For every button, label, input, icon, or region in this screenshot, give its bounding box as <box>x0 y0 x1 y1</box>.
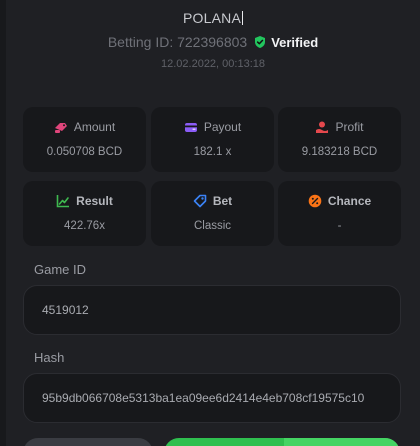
profit-label: Profit <box>335 120 364 134</box>
payout-value: 182.1 x <box>193 146 232 158</box>
player-name-text: POLANA <box>183 10 241 26</box>
hash-field[interactable]: 95b9db066708e5313ba1ea09ee6d2414e4eb708c… <box>23 373 401 423</box>
bet-label: Bet <box>212 194 233 208</box>
verified-badge: Verified <box>253 35 318 50</box>
bet-date: 12.02.2022, 00:13:18 <box>161 58 265 70</box>
payout-head: Payout <box>151 120 274 134</box>
chance-head: Chance <box>278 194 401 208</box>
tag-icon <box>193 194 207 208</box>
bet-value: Classic <box>193 220 232 232</box>
shield-check-icon <box>255 36 266 48</box>
result-label: Result <box>76 194 113 208</box>
player-name: POLANA <box>6 10 420 26</box>
wallet-icon <box>184 123 197 132</box>
bet-head: Bet <box>151 194 274 208</box>
bet-tile: Bet Classic <box>151 181 274 246</box>
verified-label: Verified <box>271 34 319 50</box>
chance-tile: Chance - <box>278 181 401 246</box>
game-id-value: 4519012 <box>42 303 89 317</box>
profit-tile: Profit 9.183218 BCD <box>278 107 401 172</box>
result-tile: Result 422.76x <box>23 181 146 246</box>
game-id-label: Game ID <box>34 262 87 277</box>
amount-value: 0.050708 BCD <box>46 146 123 158</box>
verify-button-highlight <box>284 438 400 446</box>
secondary-button[interactable] <box>23 438 153 446</box>
amount-icon <box>54 123 67 133</box>
amount-label: Amount <box>73 120 116 134</box>
trend-chart-icon <box>56 195 70 208</box>
result-head: Result <box>23 194 146 208</box>
profit-value: 9.183218 BCD <box>301 146 378 158</box>
bet-id-line: Betting ID: 722396803 Verified <box>6 34 420 50</box>
hash-label: Hash <box>34 350 65 365</box>
hash-value: 95b9db066708e5313ba1ea09ee6d2414e4eb708c… <box>42 391 365 405</box>
game-id-field[interactable]: 4519012 <box>23 285 401 335</box>
payout-label: Payout <box>203 120 242 134</box>
profit-icon <box>316 121 329 133</box>
verify-button[interactable] <box>164 438 400 446</box>
percent-icon <box>308 194 322 208</box>
amount-tile: Amount 0.050708 BCD <box>23 107 146 172</box>
chance-value: - <box>337 220 342 232</box>
amount-head: Amount <box>23 120 146 134</box>
result-value: 422.76x <box>64 220 105 232</box>
text-caret <box>242 11 243 25</box>
bet-details-panel: POLANA Betting ID: 722396803 Verified 12… <box>6 0 420 446</box>
betting-id: Betting ID: 722396803 <box>107 34 248 50</box>
chance-label: Chance <box>327 194 372 208</box>
payout-tile: Payout 182.1 x <box>151 107 274 172</box>
profit-head: Profit <box>278 120 401 134</box>
